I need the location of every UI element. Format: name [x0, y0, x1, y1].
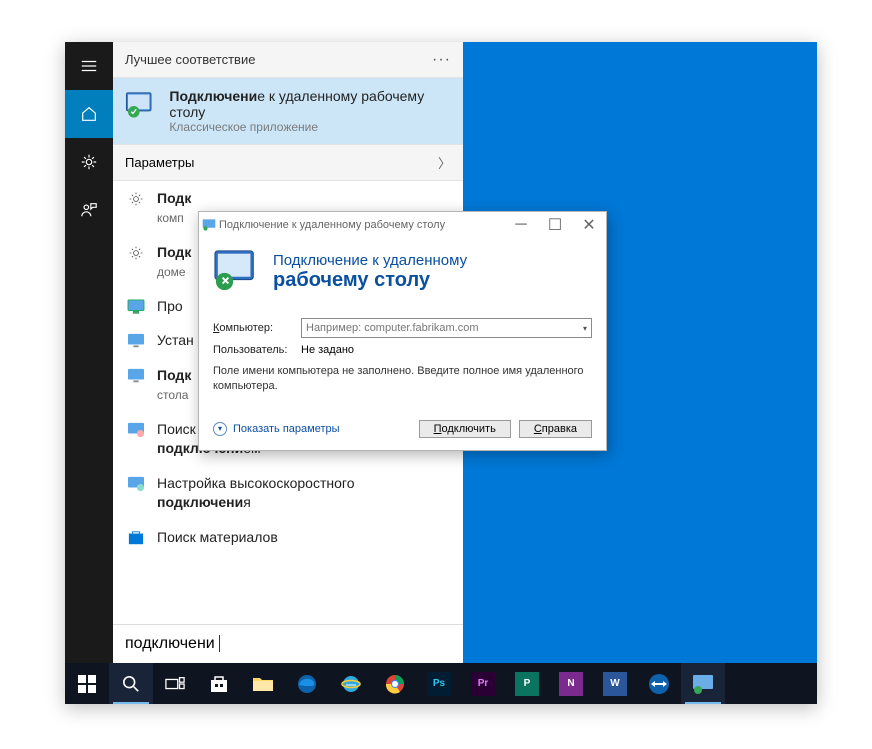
monitor-icon [125, 297, 147, 316]
computer-combo[interactable]: Например: computer.fabrikam.com ▾ [301, 318, 592, 338]
rdp-window-title: Подключение к удаленному рабочему столу [219, 219, 504, 231]
teamviewer-taskbar-button[interactable] [637, 663, 681, 704]
home-icon [80, 105, 98, 123]
best-match-label: Лучшее соответствие [125, 52, 255, 67]
chrome-taskbar-button[interactable] [373, 663, 417, 704]
rdp-title-icon [199, 218, 219, 232]
search-input[interactable]: подключени [113, 624, 463, 663]
text-caret [215, 635, 220, 652]
rdp-app-icon [125, 88, 159, 124]
rdp-header-line1: Подключение к удаленному [273, 252, 467, 269]
close-button[interactable]: ✕ [572, 212, 606, 238]
settings-section-header[interactable]: Параметры 〉 [113, 144, 463, 181]
word-taskbar-button[interactable]: W [593, 663, 637, 704]
minimize-button[interactable]: ─ [504, 212, 538, 238]
help-button[interactable]: Справка [519, 420, 592, 438]
start-sidebar [65, 42, 113, 663]
gear-icon [125, 243, 147, 281]
person-feedback-icon [80, 201, 98, 219]
result-item[interactable]: Поиск материалов [113, 520, 463, 555]
store-taskbar-button[interactable] [197, 663, 241, 704]
explorer-taskbar-button[interactable] [241, 663, 285, 704]
best-match-title: Подключение к удаленному рабочему столу [169, 88, 451, 120]
computer-label: Компьютер: [213, 322, 291, 334]
onenote-taskbar-button[interactable]: N [549, 663, 593, 704]
store-icon [125, 528, 147, 547]
settings-button[interactable] [65, 138, 113, 186]
expand-icon: ▾ [213, 422, 227, 436]
home-button[interactable] [65, 90, 113, 138]
user-value: Не задано [301, 344, 354, 356]
taskview-button[interactable] [153, 663, 197, 704]
publisher-taskbar-button[interactable]: P [505, 663, 549, 704]
monitor-icon [125, 366, 147, 404]
rdp-header-line2: рабочему столу [273, 269, 467, 292]
monitor-network-icon [125, 420, 147, 458]
photoshop-taskbar-button[interactable]: Ps [417, 663, 461, 704]
edge-taskbar-button[interactable] [285, 663, 329, 704]
ie-taskbar-button[interactable] [329, 663, 373, 704]
gear-icon [125, 189, 147, 227]
monitor-icon [125, 331, 147, 350]
hamburger-icon [80, 57, 98, 75]
dropdown-icon: ▾ [583, 324, 587, 333]
best-match-subtitle: Классическое приложение [169, 120, 451, 134]
start-button[interactable] [65, 663, 109, 704]
rdp-header: Подключение к удаленному рабочему столу [199, 238, 606, 302]
rdp-titlebar[interactable]: Подключение к удаленному рабочему столу … [199, 212, 606, 238]
rdp-large-icon [213, 248, 261, 296]
show-options-link[interactable]: ▾ Показать параметры [213, 422, 411, 436]
rdp-body: Компьютер: Например: computer.fabrikam.c… [199, 302, 606, 412]
maximize-button[interactable]: ☐ [538, 212, 572, 238]
taskbar: Ps Pr P N W [65, 663, 817, 704]
monitor-network-icon [125, 474, 147, 512]
user-label: Пользователь: [213, 344, 291, 356]
hamburger-menu-button[interactable] [65, 42, 113, 90]
result-item[interactable]: Настройка высокоскоростного подключения [113, 466, 463, 520]
feedback-button[interactable] [65, 186, 113, 234]
premiere-taskbar-button[interactable]: Pr [461, 663, 505, 704]
search-taskbar-button[interactable] [109, 663, 153, 704]
rdp-taskbar-button[interactable] [681, 663, 725, 704]
connect-button[interactable]: Подключить [419, 420, 511, 438]
gear-icon [80, 153, 98, 171]
desktop: Лучшее соответствие ··· Подключение к уд… [65, 42, 817, 704]
best-match-header: Лучшее соответствие ··· [113, 42, 463, 78]
rdp-footer: ▾ Показать параметры Подключить Справка [199, 412, 606, 450]
settings-label: Параметры [125, 155, 194, 170]
best-match-item[interactable]: Подключение к удаленному рабочему столу … [113, 78, 463, 144]
more-button[interactable]: ··· [432, 51, 451, 69]
rdp-dialog: Подключение к удаленному рабочему столу … [198, 211, 607, 451]
rdp-message: Поле имени компьютера не заполнено. Введ… [213, 364, 592, 394]
chevron-right-icon: 〉 [438, 153, 451, 172]
